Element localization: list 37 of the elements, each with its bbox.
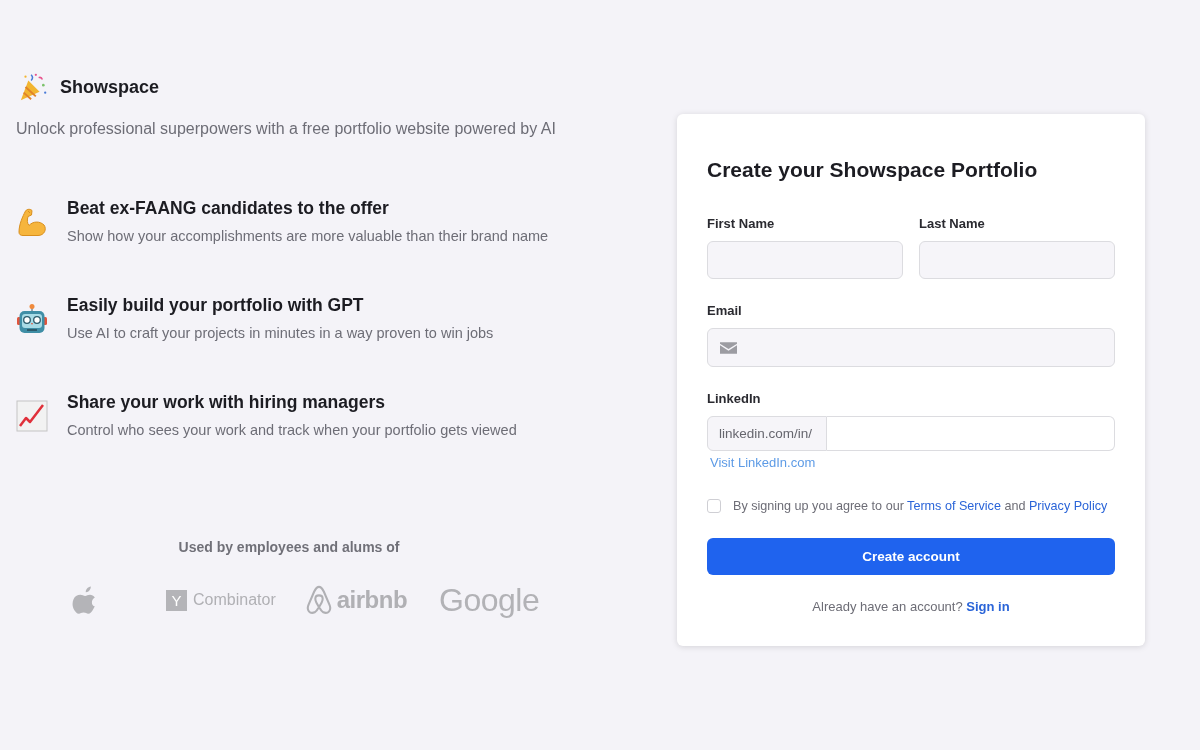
feature-description: Show how your accomplishments are more valuable than their brand name xyxy=(67,227,549,246)
field-label: Email xyxy=(707,303,742,319)
social-proof-heading: Used by employees and alums of xyxy=(178,538,400,557)
rising-chart-icon xyxy=(16,399,48,432)
policy-link[interactable]: Terms of Service xyxy=(907,499,1001,513)
url-prefix: linkedin.com/in/ xyxy=(707,416,827,451)
feature-description: Control who sees your work and track when your portfolio gets viewed xyxy=(67,421,517,440)
consent-text: By signing up you agree to our Terms of Service and Privacy Policy xyxy=(733,498,1108,515)
logo-wordmark: Google xyxy=(439,581,540,619)
logo-wordmark: airbnb xyxy=(336,586,408,614)
logo-wordmark: Combinator xyxy=(193,591,276,609)
form-title: Create your Showspace Portfolio xyxy=(707,157,1039,183)
field-label: First Name xyxy=(707,216,775,232)
create-account-button[interactable]: Create account xyxy=(707,538,1115,575)
loop-logo-icon xyxy=(305,585,332,615)
mail-icon xyxy=(720,341,737,354)
policy-link[interactable]: Privacy Policy xyxy=(1028,499,1108,513)
brand-name: Showspace xyxy=(60,76,160,98)
text-input[interactable] xyxy=(707,241,903,279)
text-input[interactable] xyxy=(919,241,1115,279)
apple-icon xyxy=(72,586,96,614)
field-label: Last Name xyxy=(919,216,985,232)
linkedin-input[interactable] xyxy=(827,416,1115,451)
feature-title: Share your work with hiring managers xyxy=(67,391,386,413)
party-popper-icon xyxy=(18,72,48,102)
logo-tile: Y xyxy=(166,589,187,611)
feature-description: Use AI to craft your projects in minutes in a way proven to win jobs xyxy=(67,324,494,343)
visit-link[interactable]: Visit LinkedIn.com xyxy=(710,455,816,471)
email-input[interactable] xyxy=(707,328,1115,367)
feature-title: Beat ex-FAANG candidates to the offer xyxy=(67,197,390,219)
robot-icon xyxy=(16,302,48,335)
field-label: LinkedIn xyxy=(707,391,761,407)
sign-in-link[interactable]: Sign in xyxy=(966,599,1010,614)
feature-title: Easily build your portfolio with GPT xyxy=(67,294,365,316)
consent-checkbox[interactable] xyxy=(707,499,721,513)
signin-text: Already have an account? Sign in xyxy=(811,598,1011,616)
tagline: Unlock professional superpowers with a free portfolio website powered by AI xyxy=(16,119,557,139)
